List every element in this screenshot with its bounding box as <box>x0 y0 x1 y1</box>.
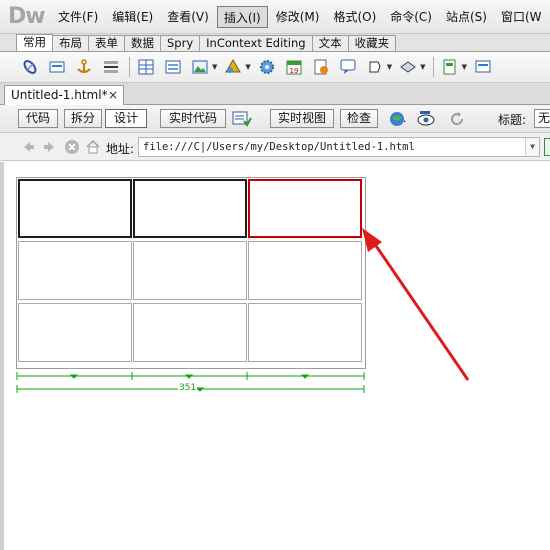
title-field[interactable]: 无 <box>534 109 550 128</box>
tab-forms[interactable]: 表单 <box>88 35 125 51</box>
document-toolbar: 代码 拆分 设计 实时代码 实时视图 检查 标题: 无 <box>0 105 550 133</box>
table-cell-selected[interactable] <box>248 179 362 238</box>
html-table[interactable] <box>16 177 366 369</box>
head-dropdown-icon[interactable]: ▼ <box>387 63 392 71</box>
table-cell[interactable] <box>133 241 247 300</box>
script-dropdown-icon[interactable]: ▼ <box>420 63 425 71</box>
chevron-down-icon[interactable]: ▼ <box>525 138 539 156</box>
table-cell[interactable] <box>248 303 362 362</box>
tab-favorites[interactable]: 收藏夹 <box>347 35 397 51</box>
server-side-include-icon[interactable] <box>311 57 331 77</box>
refresh-icon[interactable] <box>448 110 468 128</box>
menu-modify[interactable]: 修改(M) <box>270 6 326 28</box>
templates-dropdown-icon[interactable]: ▼ <box>462 63 467 71</box>
tab-data[interactable]: 数据 <box>124 35 161 51</box>
menu-site[interactable]: 站点(S) <box>440 6 493 28</box>
insert-div-icon[interactable] <box>163 57 183 77</box>
address-label: 地址: <box>106 142 135 156</box>
menu-file[interactable]: 文件(F) <box>52 6 104 28</box>
forward-icon[interactable] <box>42 139 58 155</box>
code-view-button[interactable]: 代码 <box>18 109 58 128</box>
hyperlink-icon[interactable] <box>20 57 40 77</box>
menu-insert[interactable]: 插入(I) <box>216 5 268 28</box>
toolbar-separator <box>129 57 130 77</box>
images-icon[interactable] <box>190 57 210 77</box>
widget-gear-icon[interactable] <box>257 57 277 77</box>
insert-panel-tabs: 常用 布局 表单 数据 Spry InContext Editing 文本 收藏… <box>0 34 550 52</box>
preview-in-browser-icon[interactable] <box>388 110 408 128</box>
table-icon[interactable] <box>136 57 156 77</box>
named-anchor-icon[interactable] <box>74 57 94 77</box>
tab-layout[interactable]: 布局 <box>52 35 89 51</box>
comment-icon[interactable] <box>338 57 358 77</box>
tab-common[interactable]: 常用 <box>16 34 53 51</box>
browser-compat-check-icon[interactable] <box>232 110 252 128</box>
menu-view[interactable]: 查看(V) <box>161 6 215 28</box>
horizontal-rule-icon[interactable] <box>101 57 121 77</box>
address-input[interactable]: file:///C|/Users/my/Desktop/Untitled-1.h… <box>138 137 540 157</box>
stop-icon[interactable] <box>64 139 80 155</box>
close-icon[interactable]: × <box>108 86 118 104</box>
table-cell[interactable] <box>18 303 132 362</box>
head-tags-icon[interactable] <box>365 57 385 77</box>
live-view-button[interactable]: 实时视图 <box>270 109 334 128</box>
back-icon[interactable] <box>20 139 36 155</box>
home-icon[interactable] <box>85 139 101 155</box>
address-value: file:///C|/Users/my/Desktop/Untitled-1.h… <box>143 141 415 153</box>
document-tab-bar: Untitled-1.html* × <box>0 83 550 105</box>
address-bar: 地址: file:///C|/Users/my/Desktop/Untitled… <box>0 133 550 161</box>
menu-bar: Dw 文件(F) 编辑(E) 查看(V) 插入(I) 修改(M) 格式(O) 命… <box>0 0 550 34</box>
menu-format[interactable]: 格式(O) <box>327 6 382 28</box>
tab-spry[interactable]: Spry <box>160 35 201 51</box>
split-view-button[interactable]: 拆分 <box>64 109 102 128</box>
document-tab-title: Untitled-1.html* <box>11 88 108 102</box>
table-cell[interactable] <box>18 241 132 300</box>
media-dropdown-icon[interactable]: ▼ <box>245 63 250 71</box>
table-width-label: 351 <box>178 383 198 393</box>
menu-edit[interactable]: 编辑(E) <box>106 6 159 28</box>
menu-commands[interactable]: 命令(C) <box>384 6 438 28</box>
title-label: 标题: <box>498 113 527 127</box>
tab-text[interactable]: 文本 <box>311 35 349 51</box>
email-link-icon[interactable] <box>47 57 67 77</box>
insert-toolbar: ▼ ▼ 19 ▼ ▼ ▼ <box>0 52 550 83</box>
table-cell[interactable] <box>18 179 132 238</box>
media-icon[interactable] <box>223 57 243 77</box>
table-cell[interactable] <box>133 303 247 362</box>
go-button[interactable] <box>544 138 550 156</box>
templates-icon[interactable] <box>440 57 460 77</box>
tag-chooser-icon[interactable] <box>473 57 493 77</box>
app-logo: Dw <box>8 4 46 29</box>
live-code-button[interactable]: 实时代码 <box>160 109 226 128</box>
date-icon[interactable]: 19 <box>284 57 304 77</box>
tab-incontext-editing[interactable]: InContext Editing <box>199 35 313 51</box>
inspect-button[interactable]: 检查 <box>340 109 378 128</box>
toolbar-separator <box>432 57 434 77</box>
design-view-button[interactable]: 设计 <box>105 109 147 128</box>
svg-text:19: 19 <box>289 67 298 75</box>
visual-aids-icon[interactable] <box>416 110 436 128</box>
table-cell[interactable] <box>248 241 362 300</box>
menu-window[interactable]: 窗口(W <box>495 6 548 28</box>
table-cell[interactable] <box>133 179 247 238</box>
document-tab[interactable]: Untitled-1.html* × <box>4 85 124 105</box>
script-icon[interactable] <box>398 57 418 77</box>
images-dropdown-icon[interactable]: ▼ <box>212 63 217 71</box>
